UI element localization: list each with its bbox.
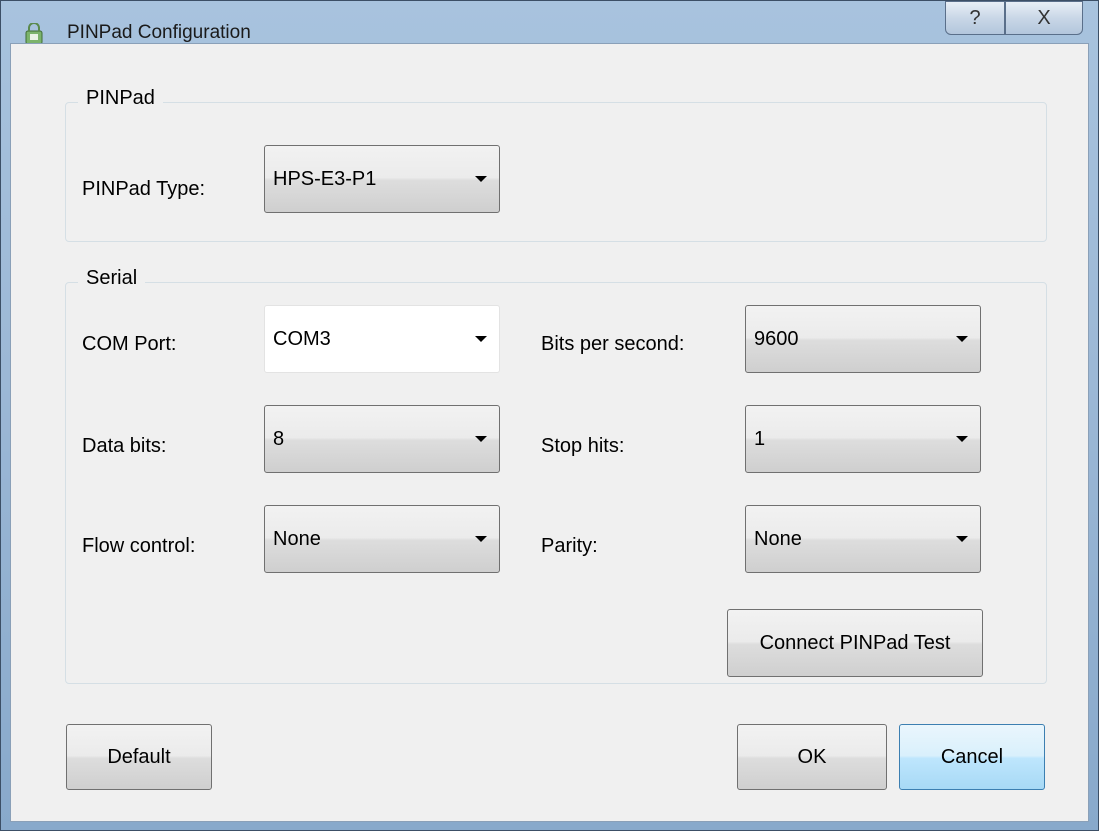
flow-control-label: Flow control: (82, 535, 196, 557)
flow-control-value: None (273, 528, 321, 550)
dialog-client-area: PINPad PINPad Type: HPS-E3-P1 Serial COM… (10, 43, 1089, 822)
help-button[interactable]: ? (945, 1, 1005, 35)
chevron-down-icon (956, 536, 968, 542)
pinpad-group: PINPad PINPad Type: HPS-E3-P1 (65, 87, 1047, 242)
data-bits-value: 8 (273, 428, 285, 450)
cancel-button[interactable]: Cancel (899, 724, 1045, 790)
close-button[interactable]: X (1005, 1, 1083, 35)
stop-bits-value: 1 (754, 428, 766, 450)
window-title: PINPad Configuration (67, 22, 251, 43)
connect-pinpad-test-button[interactable]: Connect PINPad Test (727, 609, 983, 677)
flow-control-dropdown[interactable]: None (264, 505, 500, 573)
parity-dropdown[interactable]: None (745, 505, 981, 573)
chevron-down-icon (956, 336, 968, 342)
stop-bits-label: Stop hits: (541, 435, 625, 457)
bps-value: 9600 (754, 328, 799, 350)
bps-label: Bits per second: (541, 333, 685, 355)
pinpad-type-dropdown[interactable]: HPS-E3-P1 (264, 145, 500, 213)
data-bits-dropdown[interactable]: 8 (264, 405, 500, 473)
data-bits-label: Data bits: (82, 435, 167, 457)
pinpad-type-value: HPS-E3-P1 (273, 168, 377, 190)
chevron-down-icon (475, 336, 487, 342)
chevron-down-icon (475, 436, 487, 442)
help-icon: ? (969, 6, 981, 29)
parity-label: Parity: (541, 535, 598, 557)
title-bar[interactable]: PINPad Configuration ? X (1, 1, 1098, 45)
default-button[interactable]: Default (66, 724, 212, 790)
pinpad-group-title: PINPad (78, 87, 163, 110)
serial-group-title: Serial (78, 267, 146, 290)
chevron-down-icon (475, 176, 487, 182)
ok-button[interactable]: OK (737, 724, 887, 790)
com-port-value: COM3 (273, 328, 331, 350)
chevron-down-icon (956, 436, 968, 442)
close-icon: X (1037, 6, 1051, 29)
dialog-window: PINPad Configuration ? X PINPad PINPad T… (0, 0, 1099, 831)
com-port-label: COM Port: (82, 333, 177, 355)
serial-group: Serial COM Port: COM3 Bits per second: 9… (65, 267, 1047, 684)
parity-value: None (754, 528, 802, 550)
bps-dropdown[interactable]: 9600 (745, 305, 981, 373)
chevron-down-icon (475, 536, 487, 542)
pinpad-lock-icon (25, 23, 43, 45)
com-port-dropdown[interactable]: COM3 (264, 305, 500, 373)
stop-bits-dropdown[interactable]: 1 (745, 405, 981, 473)
pinpad-type-label: PINPad Type: (82, 178, 206, 200)
